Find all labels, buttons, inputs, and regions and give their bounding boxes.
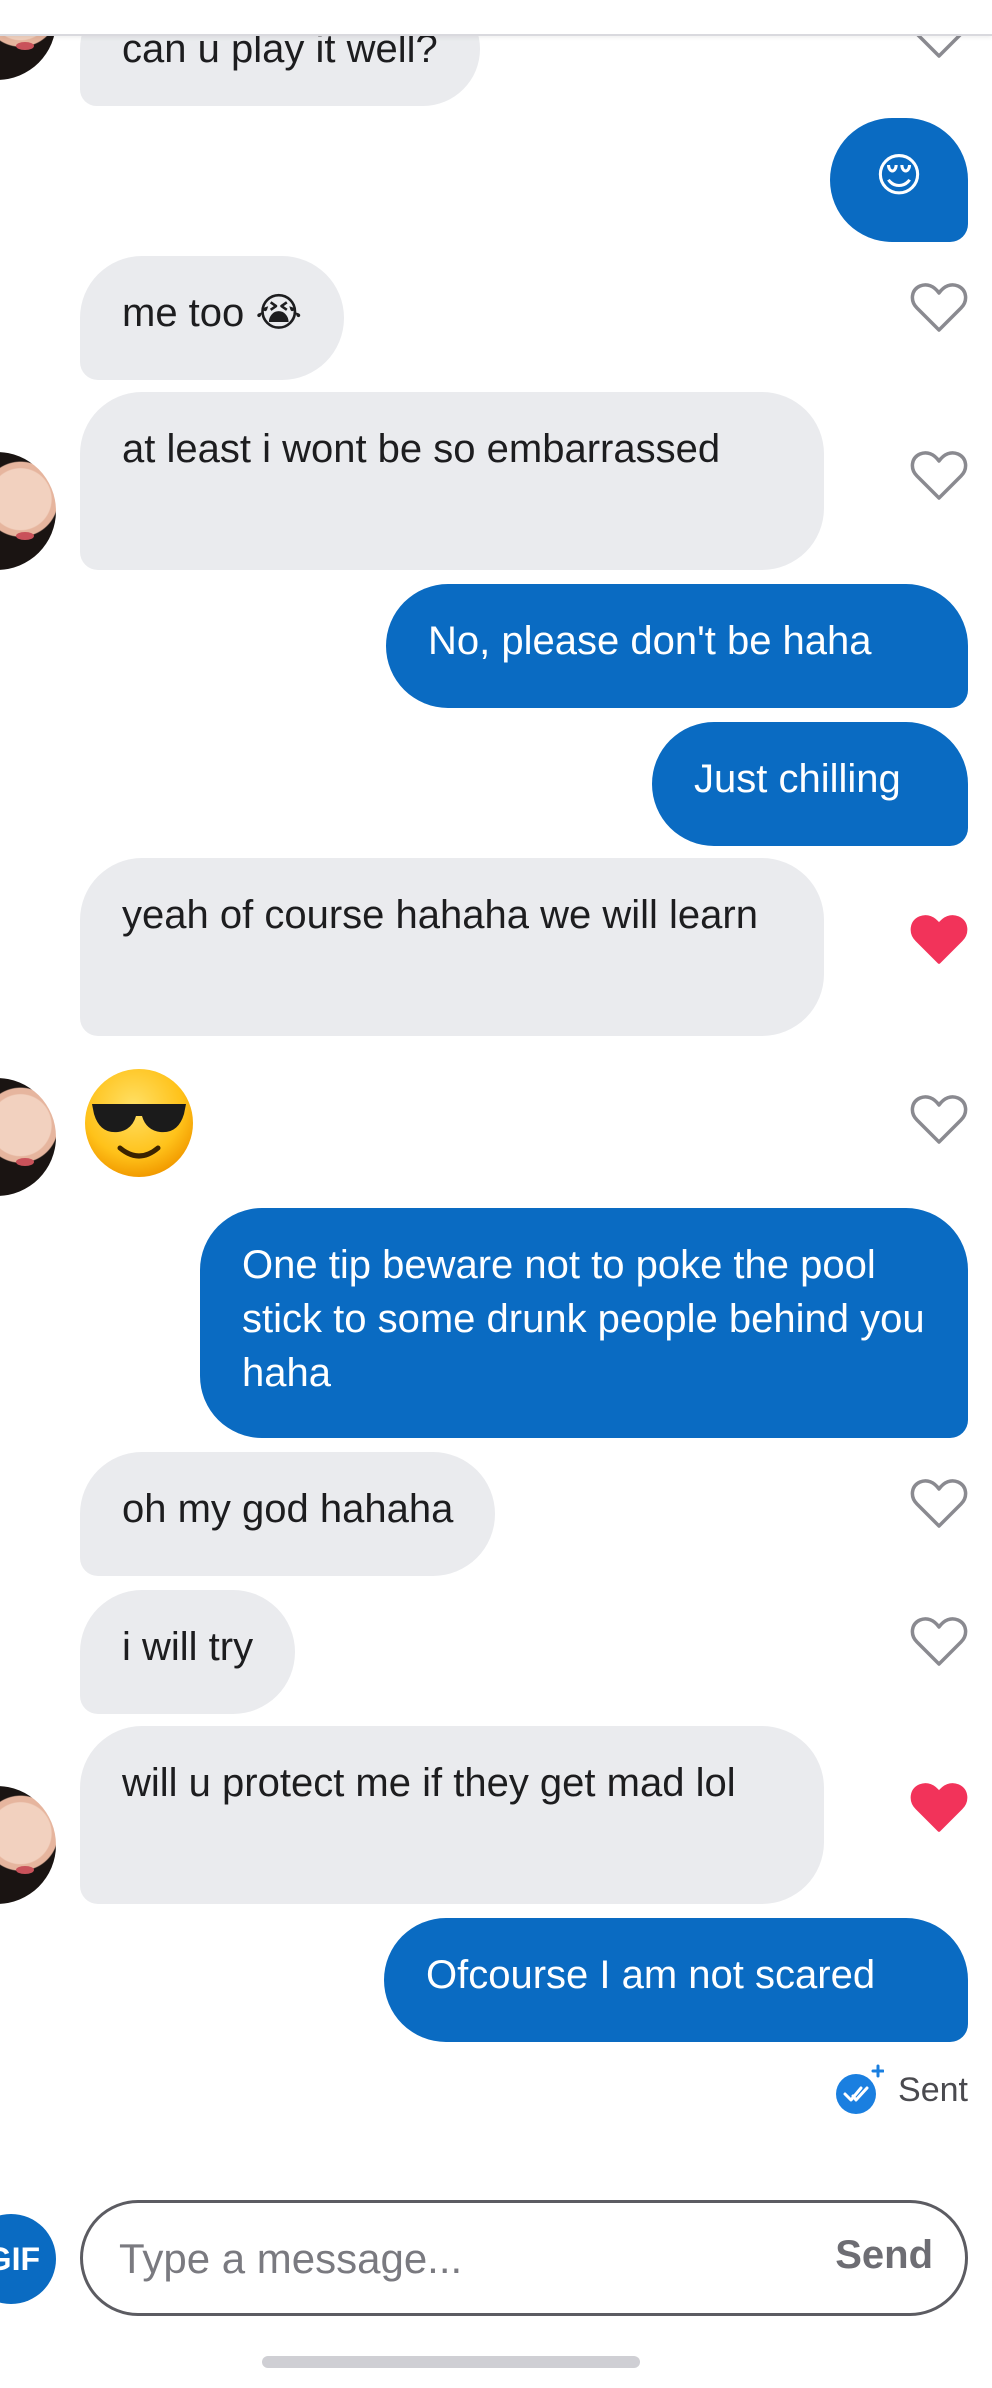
message-status: Sent — [832, 2060, 968, 2120]
message-bubble-received[interactable]: at least i wont be so embarrassed — [80, 392, 824, 570]
send-button[interactable]: Send — [835, 2233, 933, 2278]
heart-outline-icon[interactable] — [910, 1094, 968, 1146]
avatar[interactable] — [0, 452, 56, 570]
message-composer: GIF Send — [0, 2196, 992, 2316]
top-bar-edge — [0, 0, 992, 36]
message-bubble-received[interactable]: yeah of course hahaha we will learn — [80, 858, 824, 1036]
heart-filled-icon[interactable] — [910, 1782, 968, 1834]
message-bubble-sent[interactable]: No, please don't be haha — [386, 584, 968, 708]
message-bubble-sent[interactable]: 😌 — [830, 118, 968, 242]
avatar[interactable] — [0, 1078, 56, 1196]
sunglasses-emoji-icon[interactable] — [82, 1066, 196, 1180]
message-bubble-received[interactable]: me too 😭 — [80, 256, 345, 380]
message-row: oh my god hahaha — [0, 1452, 992, 1578]
message-row: One tip beware not to poke the pool stic… — [0, 1208, 992, 1440]
heart-outline-icon[interactable] — [910, 282, 968, 334]
message-row: will u protect me if they get mad lol — [0, 1726, 992, 1906]
message-row: yeah of course hahaha we will learn — [0, 858, 992, 1038]
double-check-icon — [836, 2064, 885, 2114]
gif-button[interactable]: GIF — [0, 2214, 56, 2304]
message-row: i will try — [0, 1590, 992, 1716]
message-bubble-sent[interactable]: One tip beware not to poke the pool stic… — [200, 1208, 968, 1438]
message-row: me too 😭 — [0, 256, 992, 382]
message-row — [0, 1066, 992, 1196]
message-row: at least i wont be so embarrassed — [0, 392, 992, 572]
message-bubble-sent[interactable]: Ofcourse I am not scared — [384, 1918, 968, 2042]
message-bubble-received[interactable]: oh my god hahaha — [80, 1452, 496, 1576]
avatar[interactable] — [0, 1786, 56, 1904]
message-bubble-sent[interactable]: Just chilling — [652, 722, 968, 846]
heart-outline-icon[interactable] — [910, 1616, 968, 1668]
message-input[interactable] — [117, 2223, 761, 2295]
message-row: No, please don't be haha — [0, 584, 992, 710]
message-bubble-received[interactable]: will u protect me if they get mad lol — [80, 1726, 824, 1904]
message-row: Just chilling — [0, 722, 992, 848]
home-indicator[interactable] — [262, 2356, 640, 2368]
heart-outline-icon[interactable] — [910, 1478, 968, 1530]
message-row: Ofcourse I am not scared — [0, 1918, 992, 2044]
message-bubble-received[interactable]: i will try — [80, 1590, 296, 1714]
message-row: 😌 — [0, 118, 992, 244]
heart-filled-icon[interactable] — [910, 914, 968, 966]
heart-outline-icon[interactable] — [910, 450, 968, 502]
message-list[interactable]: can u play it well? 😌 me too 😭 at least … — [0, 0, 992, 2200]
message-input-container[interactable]: Send — [80, 2200, 968, 2316]
status-label: Sent — [898, 2070, 968, 2109]
